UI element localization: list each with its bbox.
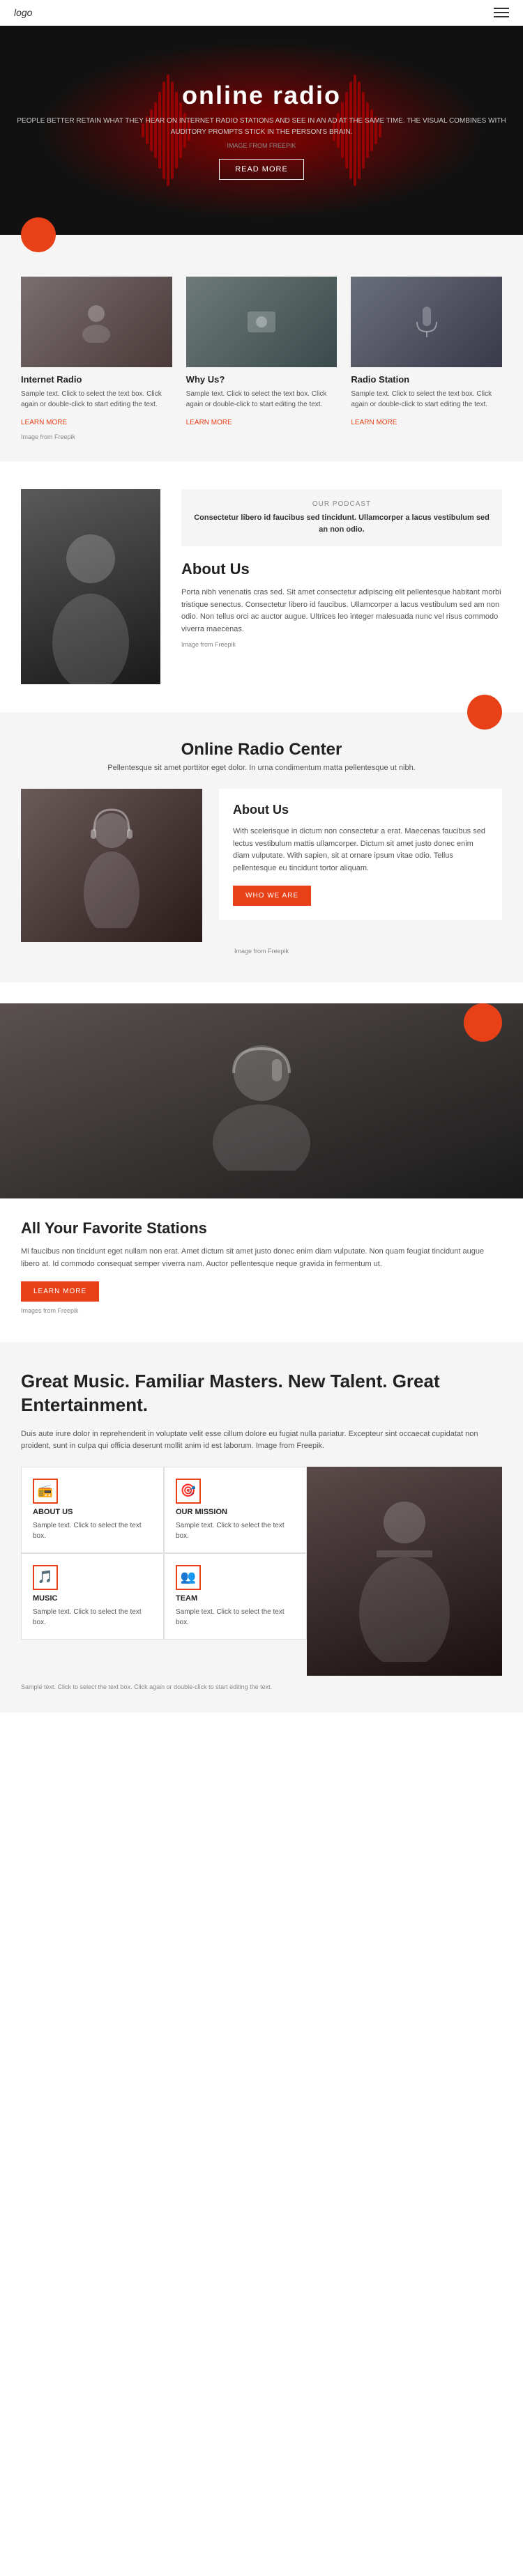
radio-about-text: With scelerisque in dictum non consectet… xyxy=(233,826,488,874)
orange-dot-accent xyxy=(21,217,56,252)
podcast-image-credit: Image from Freepik xyxy=(181,641,502,648)
icon-grid-image xyxy=(307,1467,502,1676)
great-music-section: Great Music. Familiar Masters. New Talen… xyxy=(0,1342,523,1453)
stations-learn-more-button[interactable]: LEARN MORE xyxy=(21,1281,99,1302)
hero-subtitle: PEOPLE BETTER RETAIN WHAT THEY HEAR ON I… xyxy=(0,116,523,138)
col-item-3: Radio Station Sample text. Click to sele… xyxy=(351,277,502,428)
radio-person-silhouette xyxy=(77,803,146,928)
col-image-internet-radio xyxy=(21,277,172,367)
our-mission-icon-title: OUR MISSION xyxy=(176,1508,295,1516)
stations-text: Mi faucibus non tincidunt eget nullam no… xyxy=(21,1246,502,1270)
col-title-3: Radio Station xyxy=(351,374,502,385)
radio-center-section: Online Radio Center Pellentesque sit ame… xyxy=(0,712,523,982)
dj-icon xyxy=(241,304,282,339)
about-us-text: Porta nibh venenatis cras sed. Sit amet … xyxy=(181,587,502,635)
mission-icon: 🎯 xyxy=(176,1479,201,1504)
col-image-radio-station xyxy=(351,277,502,367)
learn-more-1[interactable]: LEARN MORE xyxy=(21,419,67,426)
radio-about-title: About Us xyxy=(233,803,488,817)
who-we-are-button[interactable]: WHO WE ARE xyxy=(233,886,311,906)
col-title-1: Internet Radio xyxy=(21,374,172,385)
orange-dot-accent-3 xyxy=(464,1003,502,1042)
person-icon-1 xyxy=(75,301,117,343)
podcast-section: OUR PODCAST Consectetur libero id faucib… xyxy=(0,461,523,712)
icon-grid-left: 📻 ABOUT US Sample text. Click to select … xyxy=(21,1467,307,1676)
radio-center-content: About Us With scelerisque in dictum non … xyxy=(21,789,502,942)
stations-title: All Your Favorite Stations xyxy=(21,1219,502,1237)
team-icon-title: TEAM xyxy=(176,1594,295,1603)
music-icon-text: Sample text. Click to select the text bo… xyxy=(33,1607,152,1628)
read-more-button[interactable]: READ MORE xyxy=(219,159,304,180)
microphone-icon-1 xyxy=(406,301,448,343)
podcast-box: OUR PODCAST Consectetur libero id faucib… xyxy=(181,489,502,546)
col-text-3: Sample text. Click to select the text bo… xyxy=(351,389,502,410)
radio-center-image-credit: Image from Freepik xyxy=(21,948,502,955)
icon-grid-right xyxy=(307,1467,502,1676)
three-cols-image-credit: Image from Freepik xyxy=(21,433,502,440)
bottom-text-section: Sample text. Click to select the text bo… xyxy=(0,1676,523,1713)
podcast-box-text: Consectetur libero id faucibus sed tinci… xyxy=(192,512,491,535)
radio-about-box: About Us With scelerisque in dictum non … xyxy=(219,789,502,920)
logo: logo xyxy=(14,7,32,18)
three-columns-section: Internet Radio Sample text. Click to sel… xyxy=(0,235,523,461)
bottom-text: Sample text. Click to select the text bo… xyxy=(21,1683,272,1690)
stations-image-credit: Images from Freepik xyxy=(21,1307,502,1314)
our-mission-icon-text: Sample text. Click to select the text bo… xyxy=(176,1520,295,1541)
icon-cell-our-mission[interactable]: 🎯 OUR MISSION Sample text. Click to sele… xyxy=(164,1467,307,1553)
icon-cell-team[interactable]: 👥 TEAM Sample text. Click to select the … xyxy=(164,1553,307,1640)
col-image-why-us xyxy=(186,277,338,367)
about-us-icon-title: ABOUT US xyxy=(33,1508,152,1516)
icon-grid: 📻 ABOUT US Sample text. Click to select … xyxy=(21,1467,307,1640)
hero-image-credit: IMAGE FROM FREEPIK xyxy=(0,142,523,149)
team-icon-text: Sample text. Click to select the text bo… xyxy=(176,1607,295,1628)
podcast-left xyxy=(21,489,160,684)
menu-toggle[interactable] xyxy=(494,8,509,17)
three-cols-container: Internet Radio Sample text. Click to sel… xyxy=(21,277,502,428)
icon-cell-music[interactable]: 🎵 MUSIC Sample text. Click to select the… xyxy=(21,1553,164,1640)
podcast-right: OUR PODCAST Consectetur libero id faucib… xyxy=(181,489,502,684)
icon-cell-about-us[interactable]: 📻 ABOUT US Sample text. Click to select … xyxy=(21,1467,164,1553)
hero-title: online radio xyxy=(0,81,523,110)
col-title-2: Why Us? xyxy=(186,374,338,385)
radio-center-title: Online Radio Center xyxy=(21,740,502,759)
header: logo xyxy=(0,0,523,26)
about-us-icon-text: Sample text. Click to select the text bo… xyxy=(33,1520,152,1541)
podcast-label: OUR PODCAST xyxy=(192,500,491,508)
music-icon-title: MUSIC xyxy=(33,1594,152,1603)
stations-section: All Your Favorite Stations Mi faucibus n… xyxy=(0,1003,523,1342)
stations-person-silhouette xyxy=(157,1031,366,1171)
col-text-1: Sample text. Click to select the text bo… xyxy=(21,389,172,410)
about-us-icon: 📻 xyxy=(33,1479,58,1504)
music-icon: 🎵 xyxy=(33,1565,58,1590)
learn-more-2[interactable]: LEARN MORE xyxy=(186,419,232,426)
person-silhouette xyxy=(35,517,146,684)
team-icon: 👥 xyxy=(176,1565,201,1590)
great-music-text: Duis aute irure dolor in reprehenderit i… xyxy=(21,1428,502,1453)
hero-content: online radio PEOPLE BETTER RETAIN WHAT T… xyxy=(0,81,523,180)
stations-hero-image xyxy=(0,1003,523,1198)
hero-section: online radio PEOPLE BETTER RETAIN WHAT T… xyxy=(0,26,523,235)
col-item-2: Why Us? Sample text. Click to select the… xyxy=(186,277,338,428)
icon-grid-section: 📻 ABOUT US Sample text. Click to select … xyxy=(0,1453,523,1676)
stations-content: All Your Favorite Stations Mi faucibus n… xyxy=(0,1219,523,1314)
radio-center-image xyxy=(21,789,202,942)
about-us-title: About Us xyxy=(181,560,502,578)
great-music-title: Great Music. Familiar Masters. New Talen… xyxy=(21,1370,502,1417)
col-item-1: Internet Radio Sample text. Click to sel… xyxy=(21,277,172,428)
learn-more-3[interactable]: LEARN MORE xyxy=(351,419,397,426)
radio-center-subtitle: Pellentesque sit amet porttitor eget dol… xyxy=(21,764,502,772)
orange-dot-accent-2 xyxy=(467,695,502,730)
team-image-silhouette xyxy=(335,1481,474,1662)
col-text-2: Sample text. Click to select the text bo… xyxy=(186,389,338,410)
podcast-person-image xyxy=(21,489,160,684)
